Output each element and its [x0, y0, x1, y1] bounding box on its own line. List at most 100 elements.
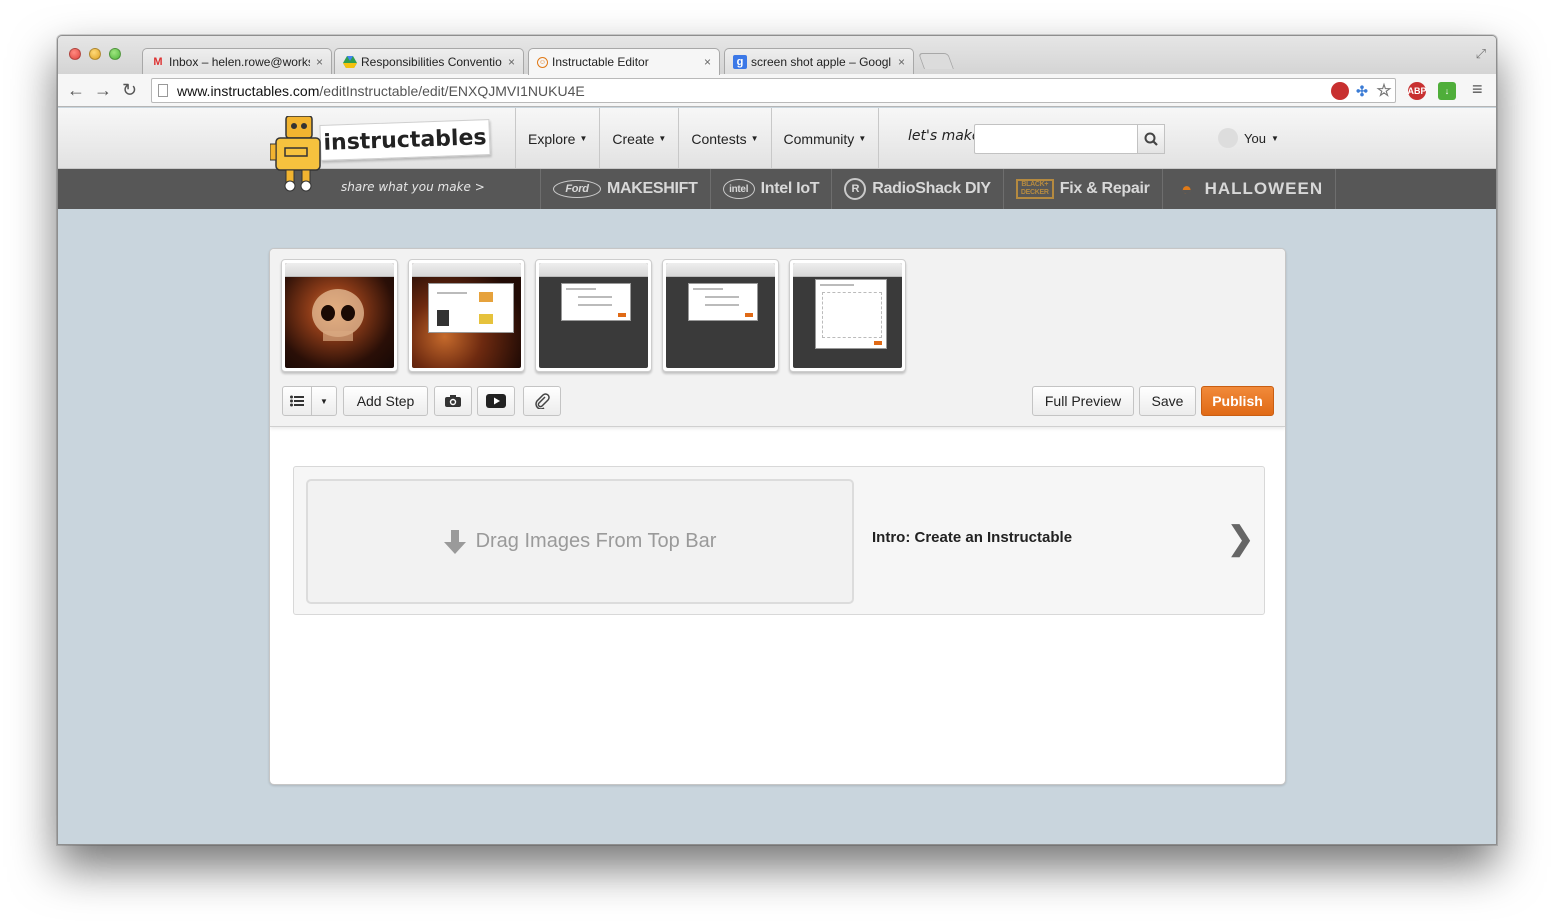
tab-drive[interactable]: Responsibilities Conventio × [334, 48, 524, 74]
ford-logo-icon: Ford [553, 180, 601, 198]
browser-toolbar: ← → ↻ www.instructables.com/editInstruct… [58, 74, 1496, 107]
image-thumbnail[interactable] [535, 259, 652, 372]
nav-label: Contests [691, 130, 747, 147]
site-header: instructables Explore ▼ Create ▼ Contests ▼… [58, 108, 1496, 209]
brand-name: instructables [323, 124, 487, 156]
instructables-icon: ☺ [537, 56, 548, 68]
image-dropzone[interactable]: Drag Images From Top Bar [306, 479, 854, 604]
thumbnail-image [666, 263, 775, 368]
thumbnail-image [793, 263, 902, 368]
google-drive-icon [343, 55, 357, 69]
forward-icon[interactable]: → [94, 80, 112, 100]
search-label: let's make [908, 128, 981, 144]
avatar [1218, 128, 1238, 148]
add-photo-button[interactable] [434, 386, 472, 416]
url-host: www.instructables.com [177, 82, 320, 99]
add-attachment-button[interactable] [523, 386, 561, 416]
reload-icon[interactable]: ↻ [122, 80, 137, 100]
gmail-icon: M [153, 55, 163, 68]
search-button[interactable] [1137, 124, 1165, 154]
tab-close-icon[interactable]: × [508, 55, 515, 69]
main-nav: Explore ▼ Create ▼ Contests ▼ Community ▼ [515, 108, 880, 169]
tab-google-search[interactable]: g screen shot apple – Googl × [724, 48, 914, 74]
menu-icon[interactable]: ≡ [1472, 79, 1483, 99]
step-list-button[interactable] [282, 386, 312, 416]
nav-contests[interactable]: Contests ▼ [679, 108, 772, 169]
window-close-button[interactable] [69, 48, 81, 60]
save-button[interactable]: Save [1139, 386, 1196, 416]
extension-red-icon[interactable] [1331, 82, 1349, 100]
black-decker-logo-icon: BLACK+ DECKER [1015, 179, 1054, 199]
pumpkin-icon: ◓ [1181, 178, 1192, 199]
tab-instructable-editor[interactable]: ☺ Instructable Editor × [528, 48, 720, 75]
google-search-icon: g [733, 54, 747, 69]
dialog-preview [428, 283, 514, 333]
add-step-button[interactable]: Add Step [343, 386, 428, 416]
thumbnail-image [285, 263, 394, 368]
site-top-bar: instructables Explore ▼ Create ▼ Contests ▼… [58, 108, 1496, 192]
caret-down-icon: ▼ [579, 134, 588, 143]
list-icon [290, 395, 304, 407]
nav-create[interactable]: Create ▼ [600, 108, 680, 169]
browser-window: M Inbox – helen.rowe@worksi × Responsibi… [57, 35, 1497, 845]
extension-network-icon[interactable]: ✣ [1353, 82, 1371, 100]
page-icon [158, 84, 168, 97]
caret-down-icon: ▼ [750, 134, 759, 143]
add-video-button[interactable] [477, 386, 515, 416]
fullscreen-icon[interactable]: ⤢ [1476, 46, 1486, 62]
channel-halloween[interactable]: ◓ HALLOWEEN [1163, 169, 1337, 209]
new-tab-button[interactable] [918, 53, 954, 69]
paperclip-icon [535, 393, 550, 409]
address-bar[interactable]: www.instructables.com/editInstructable/e… [151, 78, 1396, 103]
user-menu[interactable]: You ▼ [1218, 128, 1279, 148]
caret-down-icon: ▼ [1270, 133, 1279, 143]
tab-strip: M Inbox – helen.rowe@worksi × Responsibi… [58, 36, 1496, 75]
image-thumbnail[interactable] [408, 259, 525, 372]
dropzone-text: Drag Images From Top Bar [475, 530, 717, 552]
adblock-icon[interactable]: ABP [1408, 82, 1427, 100]
tab-gmail[interactable]: M Inbox – helen.rowe@worksi × [142, 48, 332, 74]
window-zoom-button[interactable] [109, 48, 121, 60]
channel-label: HALLOWEEN [1204, 179, 1324, 198]
user-label: You [1244, 130, 1266, 146]
dialog-preview [561, 283, 631, 321]
channel-radioshack[interactable]: R RadioShack DIY [832, 169, 1004, 209]
channel-list: Ford MAKESHIFT intel Intel IoT R RadioSh… [540, 169, 1337, 209]
intro-step-card[interactable]: Drag Images From Top Bar Intro: Create a… [293, 466, 1265, 615]
channel-label: Intel IoT [760, 180, 820, 197]
tab-title: Inbox – helen.rowe@worksi [169, 54, 310, 69]
url-path: /editInstructable/edit/ENXQJMVI1NUKU4E [319, 82, 585, 99]
dialog-preview [688, 283, 758, 321]
tab-close-icon[interactable]: × [898, 55, 905, 69]
dialog-preview [815, 279, 887, 349]
tab-title: screen shot apple – Googl [751, 54, 892, 69]
nav-label: Community [783, 130, 855, 147]
tagline[interactable]: share what you make > [341, 180, 485, 194]
nav-explore[interactable]: Explore ▼ [516, 108, 601, 169]
chevron-right-icon[interactable]: ❯ [1227, 522, 1254, 554]
channel-makeshift[interactable]: Ford MAKESHIFT [541, 169, 711, 209]
image-thumbnail[interactable] [662, 259, 779, 372]
back-icon[interactable]: ← [67, 80, 85, 100]
channel-intel-iot[interactable]: intel Intel IoT [711, 169, 833, 209]
camera-icon [445, 395, 461, 407]
publish-button[interactable]: Publish [1201, 386, 1274, 416]
nav-community[interactable]: Community ▼ [772, 108, 880, 169]
tab-close-icon[interactable]: × [704, 55, 711, 69]
editor-toolbar: ▼ Add Step [282, 386, 561, 416]
arrow-down-icon [443, 529, 466, 554]
channel-fix-repair[interactable]: BLACK+ DECKER Fix & Repair [1004, 169, 1163, 209]
bookmark-star-icon[interactable]: ☆ [1375, 81, 1393, 100]
tab-close-icon[interactable]: × [316, 55, 323, 69]
window-minimize-button[interactable] [89, 48, 101, 60]
channel-label: RadioShack DIY [872, 180, 991, 197]
intel-logo-icon: intel [722, 179, 755, 199]
full-preview-button[interactable]: Full Preview [1032, 386, 1134, 416]
extension-green-icon[interactable]: ↓ [1438, 82, 1456, 100]
search-input[interactable] [974, 124, 1164, 154]
image-thumbnail[interactable] [789, 259, 906, 372]
step-list-dropdown[interactable]: ▼ [312, 386, 337, 416]
step-title: Intro: Create an Instructable [872, 529, 1073, 546]
image-thumbnail[interactable] [281, 259, 398, 372]
site-logo[interactable]: instructables [319, 119, 491, 161]
